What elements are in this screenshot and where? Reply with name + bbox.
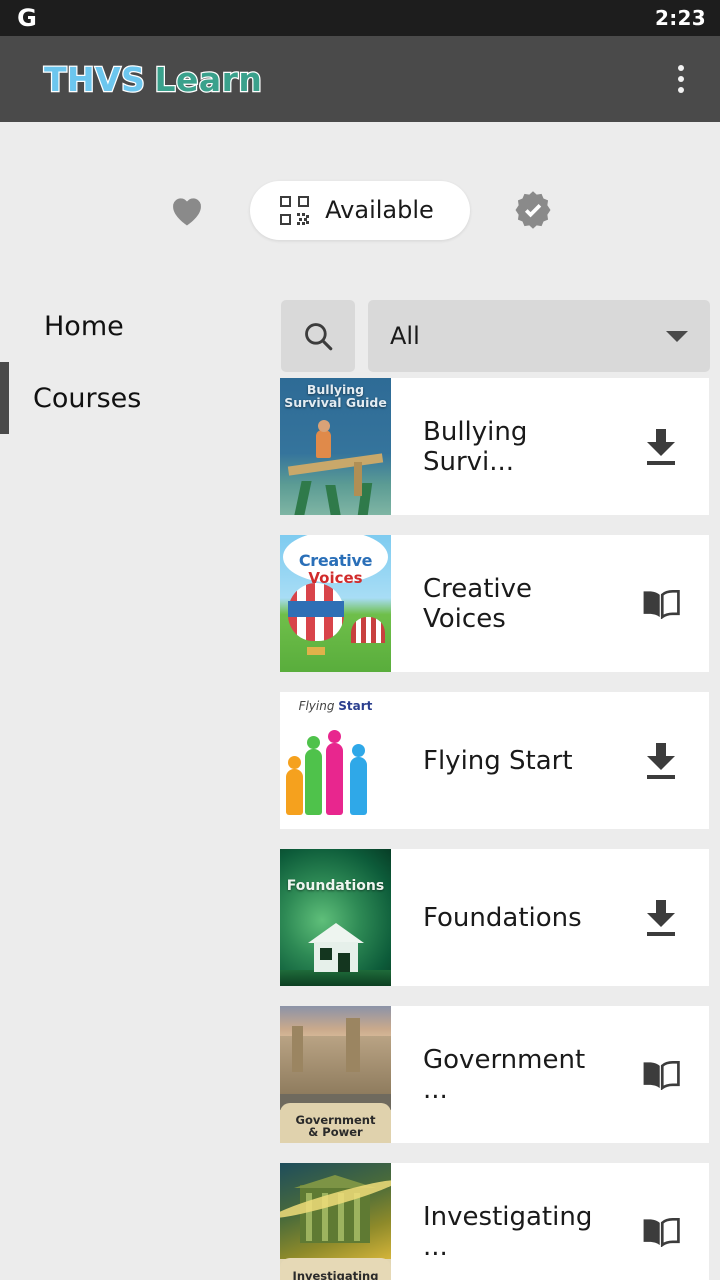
- app-root: G 2:23 THVS Learn Available Home Courses…: [0, 0, 720, 1280]
- category-filter-value: All: [390, 322, 420, 350]
- sidebar-item-courses[interactable]: Courses: [0, 362, 268, 434]
- heart-icon[interactable]: [164, 187, 210, 233]
- download-icon[interactable]: [613, 692, 709, 829]
- course-card[interactable]: Investigating Our Economy Investigating …: [280, 1163, 709, 1280]
- course-list[interactable]: Bullying Survival Guide Bullying Survi..…: [280, 378, 709, 1280]
- thumbnail-caption-line2: Voices: [308, 569, 363, 587]
- sidebar-item-home[interactable]: Home: [0, 290, 268, 362]
- course-title: Bullying Survi...: [423, 416, 528, 477]
- status-bar-time: 2:23: [655, 6, 706, 30]
- available-filter-label: Available: [325, 196, 434, 224]
- filter-bar: Available: [0, 174, 720, 246]
- course-thumbnail: Bullying Survival Guide: [280, 378, 391, 515]
- course-card[interactable]: Flying Start Flying Start: [280, 692, 709, 829]
- course-title: Flying Start: [423, 745, 573, 776]
- download-icon[interactable]: [613, 849, 709, 986]
- search-icon: [305, 323, 333, 351]
- thumbnail-caption-part-b: Start: [338, 699, 373, 713]
- list-scrollbar[interactable]: [709, 378, 720, 1280]
- course-title: Government ...: [423, 1044, 586, 1105]
- thumbnail-caption-line1: Creative: [298, 551, 373, 570]
- sidebar-item-courses-label: Courses: [33, 382, 142, 414]
- thumbnail-caption: Government & Power: [295, 1112, 376, 1139]
- status-bar: G 2:23: [0, 0, 720, 36]
- sidebar-item-home-label: Home: [44, 310, 124, 342]
- category-filter-dropdown[interactable]: All: [368, 300, 710, 372]
- download-icon[interactable]: [613, 378, 709, 515]
- course-thumbnail: Government & Power: [280, 1006, 391, 1143]
- course-card[interactable]: Creative Voices Creative Voices: [280, 535, 709, 672]
- thumbnail-caption-part-a: Flying: [298, 699, 339, 713]
- sidebar: Home Courses: [0, 290, 268, 434]
- selected-indicator: [0, 362, 9, 434]
- course-card[interactable]: Foundations Foundations: [280, 849, 709, 986]
- app-logo-primary: THVS: [43, 59, 146, 99]
- open-book-icon[interactable]: [613, 1163, 709, 1280]
- course-thumbnail: Investigating Our Economy: [280, 1163, 391, 1280]
- app-logo: THVS Learn: [43, 59, 263, 99]
- app-logo-secondary: Learn: [153, 59, 263, 99]
- qr-code-icon: [280, 195, 310, 225]
- course-card[interactable]: Bullying Survival Guide Bullying Survi..…: [280, 378, 709, 515]
- course-title: Foundations: [423, 902, 582, 933]
- course-title: Investigating ...: [423, 1201, 593, 1262]
- google-g-icon: G: [17, 4, 37, 32]
- thumbnail-caption: Investigating Our Economy: [292, 1268, 379, 1280]
- search-button[interactable]: [281, 300, 355, 372]
- search-row: All: [281, 300, 710, 372]
- thumbnail-caption: Foundations: [286, 878, 385, 894]
- course-thumbnail: Foundations: [280, 849, 391, 986]
- available-filter-button[interactable]: Available: [250, 180, 470, 240]
- course-card[interactable]: Government & Power Government ...: [280, 1006, 709, 1143]
- open-book-icon[interactable]: [613, 535, 709, 672]
- course-thumbnail: Creative Voices: [280, 535, 391, 672]
- open-book-icon[interactable]: [613, 1006, 709, 1143]
- more-vertical-icon[interactable]: [668, 57, 694, 101]
- course-title: Creative Voices: [423, 573, 533, 634]
- thumbnail-caption: Bullying Survival Guide: [284, 382, 387, 411]
- course-thumbnail: Flying Start: [280, 692, 391, 829]
- app-bar: THVS Learn: [0, 36, 720, 122]
- verified-badge-icon[interactable]: [510, 187, 556, 233]
- thumbnail-caption: Flying Start: [280, 700, 391, 713]
- chevron-down-icon: [666, 330, 688, 342]
